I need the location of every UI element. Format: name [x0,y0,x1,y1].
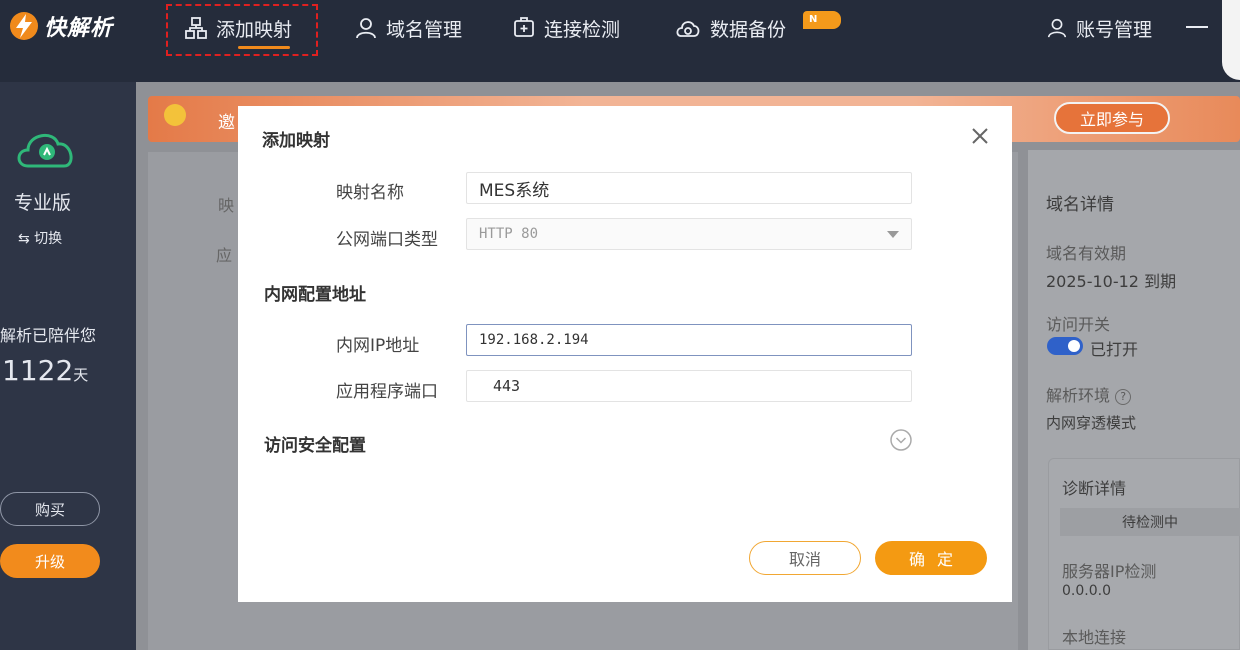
nav-label: 数据备份 [710,18,787,41]
server-ip-label: 服务器IP检测 [1062,562,1157,581]
env-label-text: 解析环境 [1046,386,1111,405]
internal-ip-value: 192.168.2.194 [479,332,589,348]
mapping-name-label: 映射名称 [336,183,404,203]
add-mapping-dialog: 添加映射 映射名称 MES系统 公网端口类型 HTTP 80 内网配置地址 内网… [238,106,1012,602]
diagnosis-title: 诊断详情 [1062,479,1127,498]
validity-label: 域名有效期 [1046,244,1127,263]
port-type-select[interactable]: HTTP 80 [466,218,912,250]
join-now-button[interactable]: 立即参与 [1054,102,1170,134]
mapping-name-input[interactable]: MES系统 [466,172,912,204]
internal-config-heading: 内网配置地址 [264,285,366,305]
banner-text: 邀 [218,113,235,133]
internal-ip-input[interactable]: 192.168.2.194 [466,324,912,356]
active-tab-indicator [238,46,290,49]
app-port-input[interactable]: 443 [466,370,912,402]
internal-ip-label: 内网IP地址 [336,336,420,356]
network-icon [185,17,207,39]
diagnosis-status: 待检测中 [1060,508,1240,536]
close-icon[interactable] [968,124,992,148]
nav-label: 连接检测 [544,18,621,41]
port-type-label: 公网端口类型 [336,230,438,250]
user-icon [356,18,376,39]
access-switch-label: 访问开关 [1046,315,1111,334]
coin-icon [164,104,186,126]
env-label: 解析环境 ? [1046,382,1132,406]
nav-add-mapping[interactable]: 添加映射 [184,12,292,44]
buy-button[interactable]: 购买 [0,492,100,526]
app-port-value: 443 [493,377,521,395]
behind-label: 映 [218,196,235,215]
edition-label: 专业版 [14,192,72,214]
validity-value: 2025-10-12 到期 [1046,272,1177,291]
minimize-icon[interactable] [1186,26,1208,28]
nav-domain-management[interactable]: 域名管理 [354,12,462,44]
env-value: 内网穿透模式 [1046,414,1137,432]
left-sidebar: 专业版 ⇆ 切换 解析已陪伴您 1122天 购买 升级 [0,82,136,650]
days-value: 1122 [2,354,74,387]
days-count: 1122天 [2,354,88,387]
plus-box-icon [514,17,534,37]
behind-label: 应 [216,246,233,265]
confirm-button[interactable]: 确定 [875,541,987,575]
companion-text: 解析已陪伴您 [0,326,97,345]
app-port-label: 应用程序端口 [336,382,438,402]
mapping-name-value: MES系统 [479,180,550,201]
cloud-icon [676,21,700,37]
app-logo: 快解析 [8,10,113,42]
account-label: 账号管理 [1076,18,1153,41]
nav-label: 域名管理 [386,18,463,41]
logo-icon [10,12,38,40]
switch-link[interactable]: ⇆ 切换 [18,228,62,248]
dialog-title: 添加映射 [262,131,330,151]
chevron-down-icon[interactable] [890,429,912,451]
upgrade-button[interactable]: 升级 [0,544,100,578]
days-unit: 天 [73,366,89,384]
window-edge [1222,0,1240,80]
pro-cloud-icon [17,134,73,168]
help-icon[interactable]: ? [1115,388,1132,405]
server-ip-value: 0.0.0.0 [1062,583,1111,599]
domain-details-title: 域名详情 [1046,195,1114,215]
nav-data-backup[interactable]: 数据备份 [674,12,786,44]
top-bar: 快解析 添加映射 域名管理 连接检测 数据备份 N 账号管理 [0,0,1240,82]
app-name: 快解析 [44,16,114,41]
dropdown-arrow-icon [887,231,899,238]
user-icon [1047,18,1067,38]
nav-connection-check[interactable]: 连接检测 [512,12,620,44]
security-config-heading[interactable]: 访问安全配置 [264,431,366,456]
nav-label: 添加映射 [216,18,293,41]
port-type-value: HTTP 80 [479,226,539,242]
access-switch-value: 已打开 [1090,340,1139,359]
account-management[interactable]: 账号管理 [1046,12,1152,44]
cancel-button[interactable]: 取消 [749,541,861,575]
local-connection-label: 本地连接 [1062,628,1127,647]
access-toggle[interactable] [1047,337,1083,355]
new-badge: N [803,11,841,29]
